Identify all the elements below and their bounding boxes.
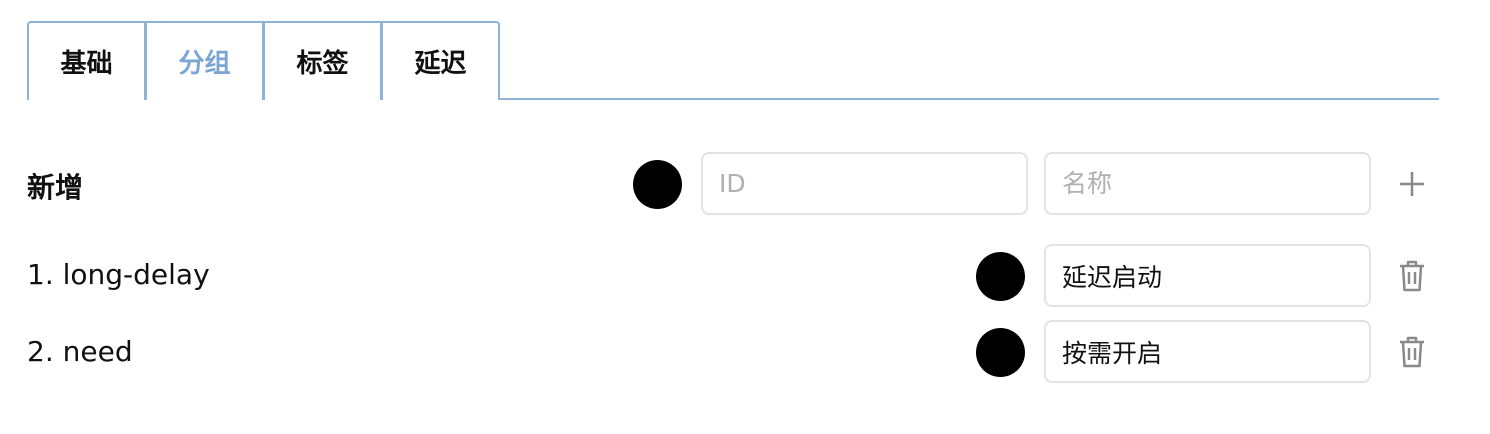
plus-icon[interactable] — [1394, 166, 1430, 202]
color-picker-dot[interactable] — [976, 328, 1025, 377]
trash-icon[interactable] — [1394, 258, 1430, 294]
color-picker-dot[interactable] — [633, 160, 682, 209]
group-name-field[interactable] — [1044, 244, 1371, 307]
new-group-label: 新增 — [27, 171, 84, 204]
tab-basic[interactable]: 基础 — [27, 21, 146, 100]
group-id-input[interactable] — [701, 152, 1028, 215]
group-name-input[interactable] — [1044, 152, 1371, 215]
group-name-field[interactable] — [1044, 320, 1371, 383]
tab-tags[interactable]: 标签 — [263, 21, 382, 100]
tab-group[interactable]: 分组 — [145, 21, 264, 100]
tab-delay[interactable]: 延迟 — [381, 21, 500, 100]
group-item-label: 1. long-delay — [27, 258, 210, 291]
group-item-label: 2. need — [27, 335, 133, 368]
tab-bar: 基础 分组 标签 延迟 — [27, 21, 1439, 100]
trash-icon[interactable] — [1394, 334, 1430, 370]
color-picker-dot[interactable] — [976, 252, 1025, 301]
